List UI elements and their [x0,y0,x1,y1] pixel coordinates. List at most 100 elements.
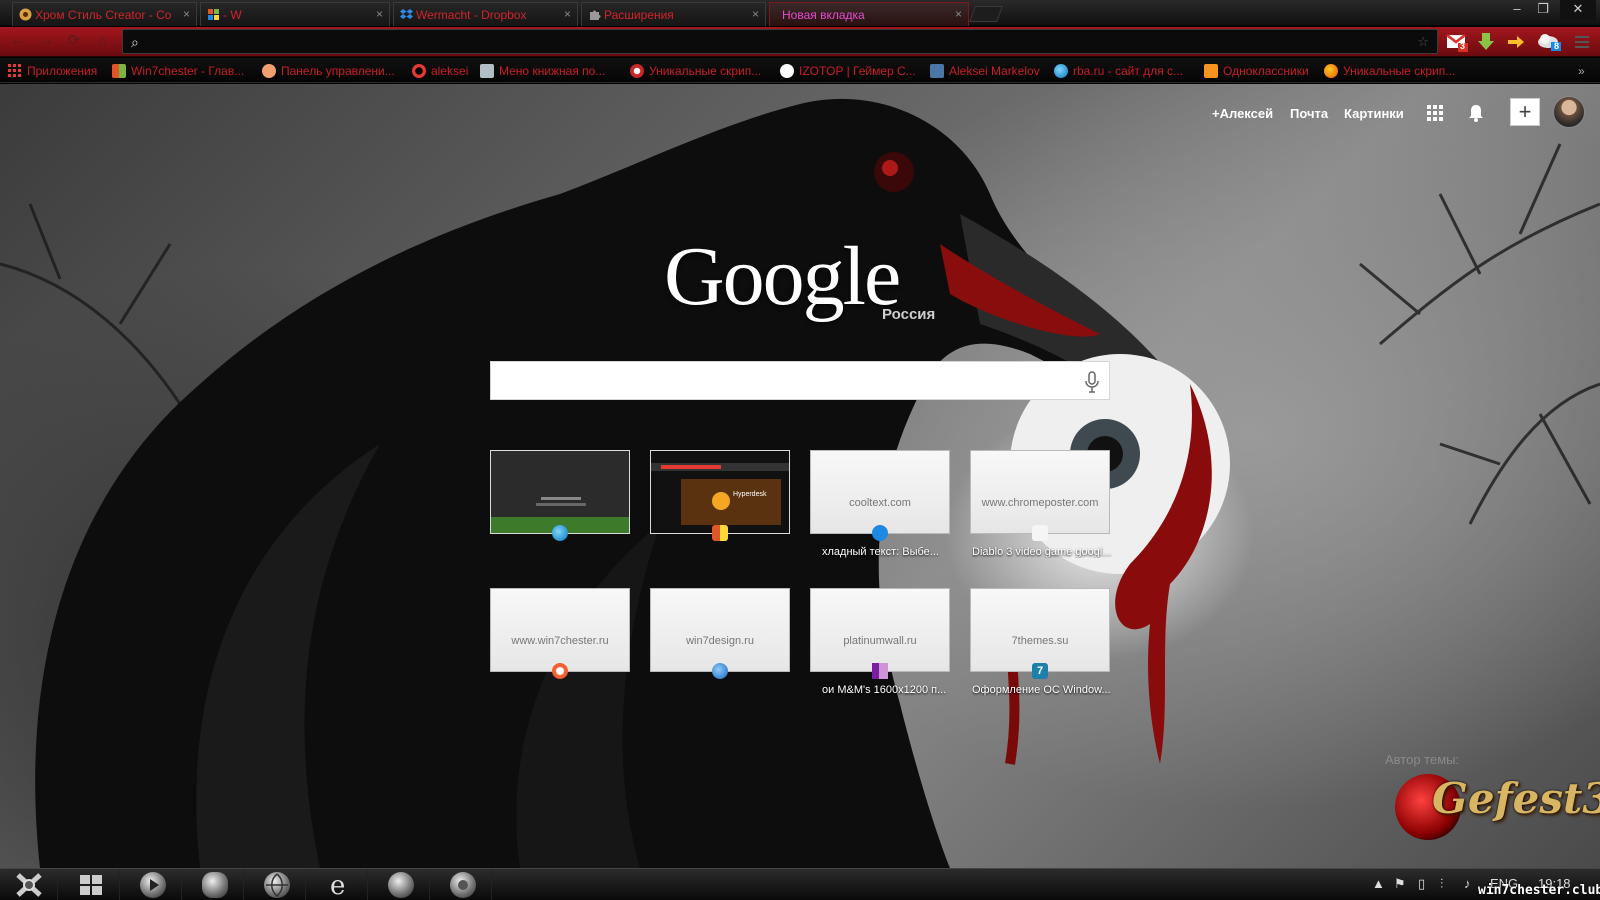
reload-button[interactable]: ⟳ [64,31,84,51]
firefox-icon[interactable] [372,870,430,900]
google-logo: Google [664,230,901,323]
tab-close-icon[interactable]: × [955,7,962,21]
show-hidden-icons-icon[interactable]: ▲ [1372,876,1385,891]
izotop-favicon-icon [780,64,794,78]
firefox-favicon-icon [1324,64,1338,78]
odnoklassniki-favicon-icon [1204,64,1218,78]
most-visited-tile[interactable]: win7design.ru [650,588,790,672]
tab-close-icon[interactable]: × [752,7,759,21]
forward-button[interactable]: → [36,31,56,51]
share-plus-button[interactable]: + [1510,98,1540,126]
bookmark-aleksei[interactable]: aleksei [412,63,468,79]
tile-thumbnail [651,451,789,533]
bookmark-rba[interactable]: rba.ru - сайт для с... [1054,63,1183,79]
windows-flag-favicon-icon [207,8,220,21]
chrome-icon[interactable] [434,870,492,900]
tile-thumbnail-label: Hyperdesk [733,491,767,498]
tab-windows[interactable]: - W × [200,2,390,26]
google-region-label: Россия [882,306,936,323]
tab-dropbox[interactable]: Wermacht - Dropbox × [393,2,578,26]
tab-chrome-style-creator[interactable]: Хром Стиль Creator - Со × [12,2,197,26]
avatar[interactable] [1553,96,1585,128]
new-tab-button[interactable] [969,6,1003,22]
puzzle-extension-icon [588,8,601,21]
omnibox[interactable]: ⌕ ☆ [122,29,1438,54]
bookmark-star-icon[interactable]: ☆ [1417,34,1429,50]
most-visited-tile[interactable]: platinumwall.ru [810,588,950,672]
pen-favicon-icon [480,64,494,78]
tab-close-icon[interactable]: × [564,7,571,21]
windows-flag-favicon-icon [112,64,126,78]
platinumwall-favicon-icon [872,663,888,679]
script-favicon-icon [630,64,644,78]
tab-new-tab[interactable]: Новая вкладка × [769,2,969,26]
bookmark-vk[interactable]: Aleksei Markelov [930,63,1040,79]
bookmark-control-panel[interactable]: Панель управлени... [262,63,395,79]
bookmark-izotop[interactable]: IZOTOP | Геймер С... [780,63,916,79]
home-button[interactable]: ⌂ [92,31,112,51]
most-visited-tile[interactable]: www.win7chester.ru [490,588,630,672]
most-visited-tile[interactable] [490,450,630,534]
bookmarks-overflow-button[interactable]: » [1578,63,1585,79]
most-visited-tile[interactable]: 7themes.su [970,588,1110,672]
apps-grid-icon[interactable] [1427,105,1443,126]
minimize-button[interactable]: – [1504,0,1530,20]
google-search-box[interactable] [490,361,1110,400]
tab-strip: Хром Стиль Creator - Со × - W × Wermacht… [0,0,1600,26]
download-arrow-icon[interactable] [1476,32,1496,52]
network-globe-icon[interactable] [248,870,306,900]
most-visited-tile[interactable]: www.chromeposter.com [970,450,1110,534]
bookmark-apps[interactable]: Приложения [8,63,97,79]
tab-extensions[interactable]: Расширения × [581,2,766,26]
theme-author-name: Gefest35 [1432,774,1600,823]
most-visited-tile[interactable]: Hyperdesk [650,450,790,534]
windows-flag-favicon-icon [712,525,728,541]
internet-explorer-icon[interactable]: e [310,870,368,900]
theme-background-raven [0,98,1600,868]
system-icon[interactable] [186,870,244,900]
battery-icon[interactable]: ▯ [1418,876,1425,892]
search-input[interactable] [491,362,1051,399]
menu-icon[interactable] [1572,32,1592,52]
notifications-bell-icon[interactable] [1467,103,1485,128]
gmail-link[interactable]: Почта [1290,106,1328,121]
back-button[interactable]: ← [8,31,28,51]
seven-themes-favicon-icon: 7 [1032,663,1048,679]
network-signal-icon[interactable]: ⫶ [1440,876,1443,892]
media-player-icon[interactable] [124,870,182,900]
omnibox-input[interactable] [151,32,1401,51]
bookmark-odnoklassniki[interactable]: Одноклассники [1204,63,1309,79]
most-visited-tile[interactable]: cooltext.com [810,450,950,534]
volume-icon[interactable]: ♪ [1464,876,1471,891]
tab-close-icon[interactable]: × [376,7,383,21]
ucoz-favicon-icon [262,64,276,78]
bookmark-scripts[interactable]: Уникальные скрип... [630,63,761,79]
bookmark-win7chester[interactable]: Win7chester - Глав... [112,63,244,79]
google-user-link[interactable]: +Алексей [1212,106,1273,121]
watermark: win7chester.club [1478,883,1600,898]
arrow-right-icon[interactable] [1506,32,1526,52]
weather-badge: 8 [1554,41,1560,51]
restore-button[interactable]: ❐ [1530,0,1556,20]
close-window-button[interactable]: ✕ [1560,0,1596,20]
chrome-style-favicon-icon [19,8,32,21]
ie-favicon-icon [872,525,888,541]
tile-title: ои M&M's 1600x1200 п... [822,684,947,696]
weather-cloud-icon[interactable]: 8 [1536,32,1562,52]
microphone-icon[interactable] [1085,371,1099,393]
action-center-flag-icon[interactable]: ⚑ [1394,876,1406,892]
browser-toolbar: ← → ⟳ ⌂ ⌕ ☆ 3 8 [0,27,1600,57]
new-tab-page: +Алексей Почта Картинки + Google Россия … [0,84,1600,868]
images-link[interactable]: Картинки [1344,106,1404,121]
page-favicon-icon [1032,525,1048,541]
windows-flag-icon[interactable] [62,870,120,900]
bookmark-unique-scripts[interactable]: Уникальные скрип... [1324,63,1455,79]
start-logo-icon[interactable] [0,870,58,900]
bookmark-book-shop[interactable]: Мено книжная по... [480,63,605,79]
gmail-icon[interactable]: 3 [1446,32,1468,52]
bookmarks-bar: Приложения Win7chester - Глав... Панель … [0,58,1600,83]
theme-author-label: Автор темы: [1385,752,1460,767]
apps-grid-icon [8,64,22,78]
svg-text:e: e [330,871,345,899]
tab-close-icon[interactable]: × [183,7,190,21]
